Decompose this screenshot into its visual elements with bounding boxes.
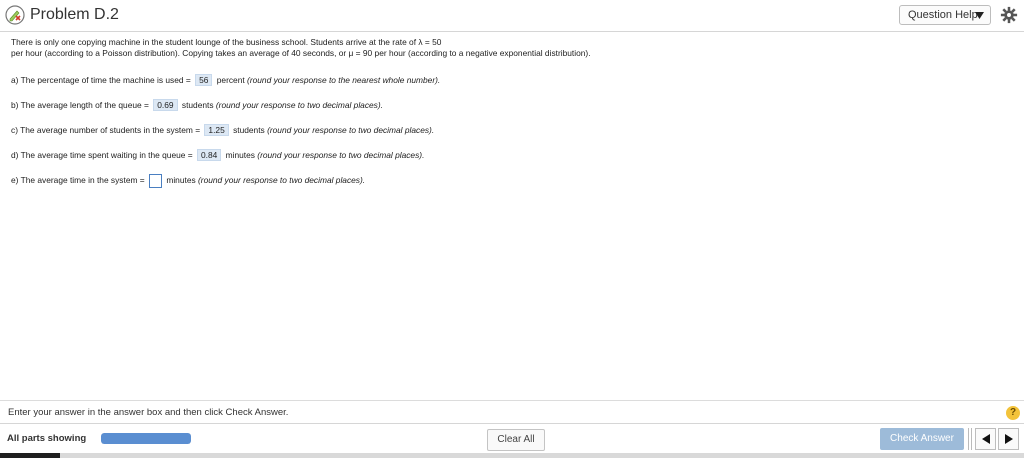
progress-fill <box>101 433 191 444</box>
parts-showing-label: All parts showing <box>7 433 87 444</box>
intro-line-2: per hour (according to a Poisson distrib… <box>11 48 591 58</box>
problem-statement: There is only one copying machine in the… <box>11 37 1011 59</box>
question-help-label: Question Help <box>908 9 978 21</box>
nav-divider <box>968 428 972 450</box>
next-button[interactable] <box>998 428 1019 450</box>
problem-body: There is only one copying machine in the… <box>11 37 1011 188</box>
answer-d[interactable]: 0.84 <box>196 149 222 161</box>
instruction-text: Enter your answer in the answer box and … <box>8 407 289 418</box>
answer-c[interactable]: 1.25 <box>204 124 229 136</box>
part-c: c) The average number of students in the… <box>11 124 435 136</box>
intro-line-1: There is only one copying machine in the… <box>11 37 442 47</box>
part-d: d) The average time spent waiting in the… <box>11 149 425 161</box>
prev-button[interactable] <box>975 428 996 450</box>
part-b: b) The average length of the queue = 0.6… <box>11 99 383 111</box>
answer-b[interactable]: 0.69 <box>153 99 178 111</box>
progress-bar <box>101 433 191 444</box>
answer-input-e[interactable] <box>149 174 163 188</box>
gear-icon[interactable] <box>1000 6 1018 24</box>
part-e: e) The average time in the system = minu… <box>11 174 365 188</box>
bottom-strip-light <box>60 453 1024 458</box>
bottom-strip <box>0 453 1024 458</box>
answer-a[interactable]: 56 <box>195 74 213 86</box>
instruction-bar: Enter your answer in the answer box and … <box>0 400 1024 423</box>
page-title: Problem D.2 <box>30 6 119 23</box>
part-a: a) The percentage of time the machine is… <box>11 74 441 86</box>
header-bar: Problem D.2 Question Help <box>0 0 1024 32</box>
caret-down-icon <box>975 12 984 19</box>
footer-bar: All parts showing Clear All Check Answer <box>0 423 1024 454</box>
question-help-button[interactable]: Question Help <box>899 5 991 25</box>
question-mark-icon[interactable]: ? <box>1006 406 1020 420</box>
clear-all-button[interactable]: Clear All <box>487 429 545 451</box>
pencil-x-icon <box>5 5 25 25</box>
arrow-right-icon <box>1004 434 1013 444</box>
arrow-left-icon <box>981 434 990 444</box>
check-answer-button[interactable]: Check Answer <box>880 428 964 450</box>
